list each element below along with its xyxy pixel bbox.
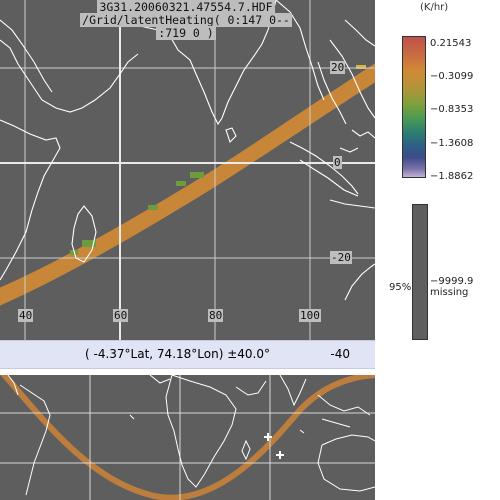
- cursor-coordinates: ( -4.37°Lat, 74.18°Lon) ±40.0°: [85, 347, 270, 361]
- lon-label-40: 40: [18, 309, 34, 322]
- overview-map-view[interactable]: [0, 375, 375, 500]
- lon-label-80: 80: [208, 309, 224, 322]
- lat-label-20: 20: [330, 61, 346, 74]
- lon-label-100: 100: [299, 309, 321, 322]
- colorbar-tick-max: 0.21543: [430, 38, 472, 49]
- colorbar-tick-2: −0.3099: [430, 71, 474, 82]
- title-line-1: 3G31.20060321.47554.7.HDF: [97, 0, 275, 14]
- lat-label-minus-20: -20: [330, 251, 352, 264]
- colorbar-units: (K/hr): [420, 2, 449, 13]
- coordinate-status-bar: ( -4.37°Lat, 74.18°Lon) ±40.0° -40: [0, 340, 375, 369]
- title-line-2: /Grid/latentHeating( 0:147 0--: [80, 13, 292, 27]
- coastlines: [0, 0, 375, 301]
- missing-percent: 95%: [389, 282, 412, 293]
- colorbar-tick-min: −1.8862: [430, 171, 474, 182]
- lat-label-0: 0: [333, 156, 342, 169]
- overview-map-canvas: [0, 375, 375, 500]
- missing-label: missing: [430, 287, 469, 298]
- lat-label-minus-40: -40: [330, 347, 350, 361]
- main-map-view[interactable]: 3G31.20060321.47554.7.HDF /Grid/latentHe…: [0, 0, 375, 340]
- missing-value: −9999.9: [430, 276, 474, 287]
- colorbar-gradient: [402, 36, 426, 178]
- title-line-3: :719 0 ): [156, 26, 216, 40]
- main-map-canvas: [0, 0, 375, 340]
- graticule-major: [0, 0, 375, 340]
- missing-data-bar: [412, 204, 428, 340]
- lon-label-60: 60: [113, 309, 129, 322]
- colorbar-tick-3: −0.8353: [430, 104, 474, 115]
- graticule-grid: [0, 0, 375, 340]
- crosshair-plus-icon-secondary[interactable]: [276, 451, 284, 459]
- data-file-title: 3G31.20060321.47554.7.HDF /Grid/latentHe…: [80, 0, 292, 40]
- swath-band: [0, 63, 375, 306]
- colorbar-tick-4: −1.3608: [430, 138, 474, 149]
- overview-swath-track: [0, 375, 375, 500]
